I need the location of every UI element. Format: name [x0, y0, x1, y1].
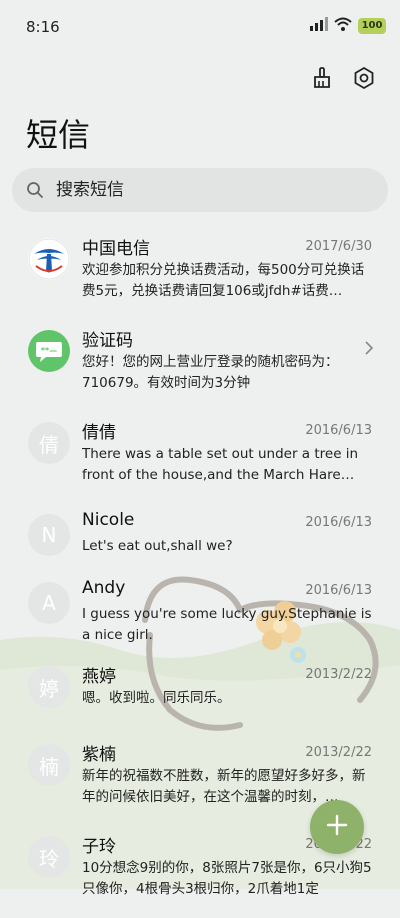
message-date: 2016/6/13: [305, 515, 372, 530]
status-time: 8:16: [26, 18, 60, 36]
avatar: 倩: [28, 422, 70, 464]
plus-icon: [325, 813, 349, 841]
avatar: 楠: [28, 744, 70, 786]
search-input[interactable]: [54, 179, 358, 201]
message-snippet: 嗯。收到啦。同乐同乐。: [82, 690, 231, 706]
message-snippet: 欢迎参加积分兑换话费活动，每500分可兑换话费5元，兑换话费请回复106或jfd…: [82, 262, 365, 299]
conversation-row[interactable]: 倩 倩倩 2016/6/13 There was a table set out…: [0, 412, 400, 504]
conversation-row[interactable]: 婷 燕婷 2013/2/22 嗯。收到啦。同乐同乐。: [0, 656, 400, 734]
message-date: 2016/6/13: [305, 423, 372, 438]
status-icons: 100: [310, 16, 386, 35]
message-date: 2016/6/13: [305, 583, 372, 598]
message-date: 2017/6/30: [305, 239, 372, 254]
message-snippet: 10分想念9别的你，8张照片7张是你，6只小狗5只像你，4根骨头3根归你，2爪着…: [82, 860, 372, 897]
contact-name: 验证码: [82, 331, 133, 351]
top-actions: [308, 64, 378, 92]
svg-text:**—: **—: [41, 346, 57, 355]
contact-name: 倩倩: [82, 423, 116, 443]
battery-icon: 100: [358, 17, 386, 34]
page-title: 短信: [26, 116, 91, 154]
avatar: N: [28, 514, 70, 556]
conversation-row[interactable]: A Andy 2016/6/13 I guess you're some luc…: [0, 572, 400, 656]
conversation-row[interactable]: N Nicole 2016/6/13 Let's eat out,shall w…: [0, 504, 400, 572]
new-message-button[interactable]: [310, 800, 364, 854]
message-snippet: I guess you're some lucky guy.Stephanie …: [82, 606, 372, 643]
search-bar[interactable]: [12, 168, 388, 212]
contact-name: Andy: [82, 578, 126, 598]
signal-icon: [310, 16, 328, 35]
china-telecom-logo: [28, 238, 70, 280]
contact-name: 中国电信: [82, 239, 150, 259]
contact-name: 燕婷: [82, 667, 116, 687]
avatar: 玲: [28, 836, 70, 878]
message-snippet: 您好！您的网上营业厅登录的随机密码为：710679。有效时间为3分钟: [82, 354, 339, 391]
message-date: 2013/2/22: [305, 667, 372, 682]
search-icon: [26, 181, 44, 199]
avatar: 婷: [28, 666, 70, 708]
clean-brush-icon[interactable]: [308, 64, 336, 92]
conversation-row[interactable]: 中国电信 2017/6/30 欢迎参加积分兑换话费活动，每500分可兑换话费5元…: [0, 228, 400, 320]
contact-name: Nicole: [82, 510, 135, 530]
message-snippet: Let's eat out,shall we?: [82, 538, 233, 554]
conversation-row[interactable]: **— 验证码 您好！您的网上营业厅登录的随机密码为：710679。有效时间为3…: [0, 320, 400, 412]
settings-icon[interactable]: [350, 64, 378, 92]
message-snippet: There was a table set out under a tree i…: [82, 446, 359, 483]
status-bar: 8:16 100: [0, 0, 400, 56]
message-date: 2013/2/22: [305, 745, 372, 760]
contact-name: 紫楠: [82, 745, 116, 765]
message-icon: **—: [28, 330, 70, 372]
contact-name: 子玲: [82, 837, 116, 857]
wifi-icon: [334, 16, 352, 35]
avatar: A: [28, 582, 70, 624]
